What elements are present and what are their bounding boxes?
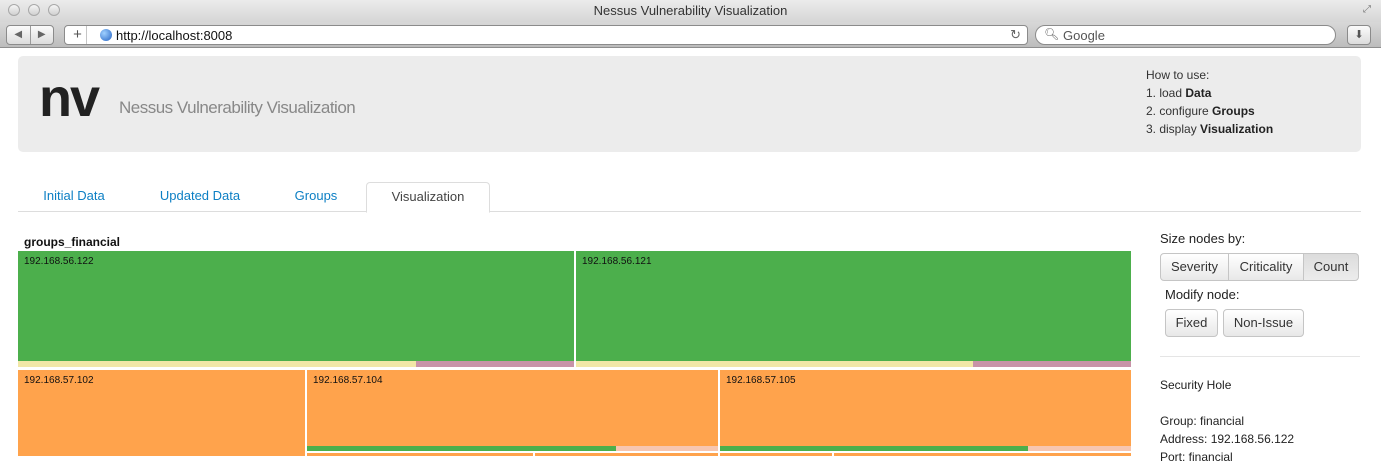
treemap-subnode[interactable] <box>1028 446 1131 451</box>
browser-toolbar: ◀ ▶ + http://localhost:8008 ↻ 🔍︎ Google … <box>0 22 1381 48</box>
tab-initial-data[interactable]: Initial Data <box>18 182 130 212</box>
treemap-node[interactable]: 192.168.57.105 <box>720 370 1131 446</box>
node-port: Port: financial <box>1160 450 1233 464</box>
tab-updated-data[interactable]: Updated Data <box>143 182 257 212</box>
how-to-use: How to use: 1. load Data 2. configure Gr… <box>1146 66 1273 138</box>
treemap-subnode[interactable] <box>973 361 1131 367</box>
treemap-group-title: groups_financial <box>24 235 121 249</box>
url-text[interactable]: http://localhost:8008 <box>116 28 232 43</box>
window-titlebar: Nessus Vulnerability Visualization ⤢ <box>0 0 1381 22</box>
app-subtitle: Nessus Vulnerability Visualization <box>119 98 356 117</box>
address-bar[interactable]: + http://localhost:8008 ↻ <box>64 25 1028 45</box>
node-group: Group: financial <box>1160 414 1245 428</box>
howto-step-3: 3. display Visualization <box>1146 122 1274 136</box>
app-logo: nv <box>39 68 100 128</box>
treemap-node[interactable]: 192.168.57.102 <box>18 370 305 456</box>
panel-divider <box>1160 356 1360 357</box>
add-bookmark-icon[interactable]: + <box>69 26 87 44</box>
downloads-button[interactable]: ⬇ <box>1347 25 1371 45</box>
forward-button[interactable]: ▶ <box>31 26 54 44</box>
fullscreen-icon[interactable]: ⤢ <box>1361 4 1373 16</box>
treemap-node[interactable]: 192.168.57.104 <box>307 370 718 446</box>
fixed-button[interactable]: Fixed <box>1165 309 1218 337</box>
criticality-button[interactable]: Criticality <box>1228 253 1304 281</box>
search-input[interactable]: 🔍︎ Google <box>1035 25 1336 45</box>
node-label: 192.168.57.104 <box>313 375 383 386</box>
tab-groups[interactable]: Groups <box>280 182 352 212</box>
howto-title: How to use: <box>1146 68 1210 82</box>
main-tabs: Initial Data Updated Data Groups Visuali… <box>18 182 1361 213</box>
count-button[interactable]: Count <box>1303 253 1359 281</box>
node-label: 192.168.57.102 <box>24 375 94 386</box>
size-nodes-label: Size nodes by: <box>1160 231 1246 246</box>
howto-step-2: 2. configure Groups <box>1146 104 1255 118</box>
non-issue-button[interactable]: Non-Issue <box>1223 309 1304 337</box>
treemap-subnode[interactable] <box>576 361 973 367</box>
treemap-subnode[interactable] <box>616 446 718 451</box>
tab-visualization[interactable]: Visualization <box>366 182 490 213</box>
treemap-node[interactable]: 192.168.56.121 <box>576 251 1131 361</box>
treemap-subnode[interactable] <box>416 361 574 367</box>
reload-icon[interactable]: ↻ <box>1010 27 1021 43</box>
globe-icon <box>100 29 112 41</box>
treemap-subnode[interactable] <box>720 446 1028 451</box>
treemap-subnode[interactable] <box>18 361 416 367</box>
window-title: Nessus Vulnerability Visualization <box>593 3 788 18</box>
search-placeholder: Google <box>1063 28 1105 43</box>
back-button[interactable]: ◀ <box>7 26 31 44</box>
download-icon: ⬇ <box>1354 29 1364 41</box>
search-icon[interactable]: 🔍︎ <box>1044 27 1059 41</box>
howto-step-1: 1. load Data <box>1146 86 1212 100</box>
treemap-subnode[interactable] <box>307 446 616 451</box>
node-label: 192.168.56.121 <box>582 256 652 267</box>
history-nav: ◀ ▶ <box>6 25 54 45</box>
page-header: nv Nessus Vulnerability Visualization Ho… <box>18 56 1361 152</box>
node-label: 192.168.57.105 <box>726 375 796 386</box>
treemap-node[interactable]: 192.168.56.122 <box>18 251 574 361</box>
severity-button[interactable]: Severity <box>1160 253 1229 281</box>
node-severity: Security Hole <box>1160 378 1232 392</box>
node-label: 192.168.56.122 <box>24 256 94 267</box>
node-address: Address: 192.168.56.122 <box>1160 432 1295 446</box>
modify-node-label: Modify node: <box>1165 287 1240 302</box>
